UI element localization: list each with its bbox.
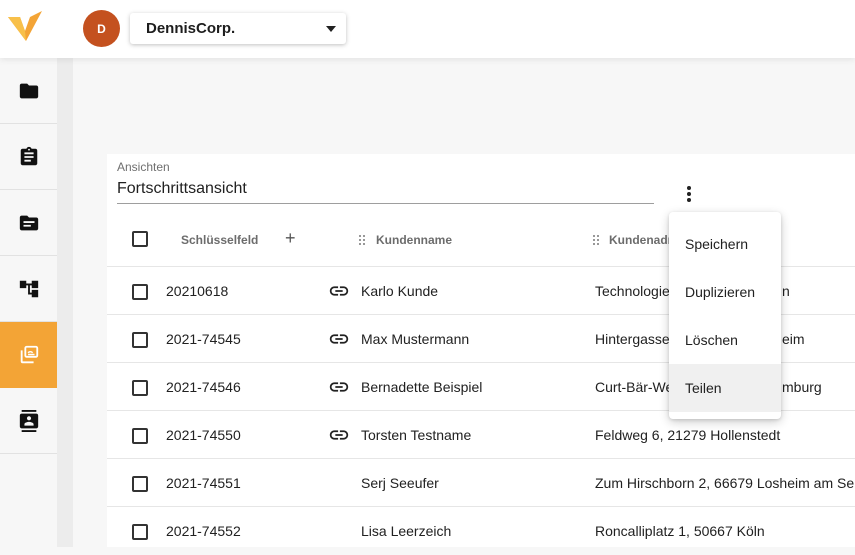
contact-card-icon [19, 409, 38, 432]
company-select-value: DennisCorp. [146, 20, 236, 37]
column-header-customer-name[interactable]: Kundenname [376, 233, 452, 247]
menu-item-delete[interactable]: Löschen [669, 316, 781, 364]
sidebar-item-folder[interactable] [0, 58, 57, 124]
library-icon [20, 345, 38, 364]
row-customer-address: Curt-Bär-We [595, 379, 674, 395]
row-checkbox[interactable] [132, 476, 148, 492]
menu-item-duplicate[interactable]: Duplizieren [669, 268, 781, 316]
row-checkbox[interactable] [132, 284, 148, 300]
row-key: 2021-74545 [166, 331, 241, 347]
sidebar [0, 58, 57, 547]
row-key: 2021-74552 [166, 523, 241, 539]
options-menu: Speichern Duplizieren Löschen Teilen [669, 212, 781, 419]
folder-icon [19, 83, 38, 98]
link-icon[interactable] [328, 428, 350, 442]
row-customer-name: Serj Seeufer [361, 475, 439, 491]
drag-handle-icon[interactable] [359, 235, 366, 245]
views-select[interactable]: Fortschrittsansicht [117, 180, 654, 204]
row-key: 2021-74546 [166, 379, 241, 395]
row-customer-address: Roncalliplatz 1, 50667 Köln [595, 523, 765, 539]
row-customer-address: Technologie [595, 283, 670, 299]
avatar[interactable]: D [83, 10, 120, 47]
row-checkbox[interactable] [132, 380, 148, 396]
table-row[interactable]: 2021-74551 Serj Seeufer Zum Hirschborn 2… [107, 459, 855, 507]
drag-handle-icon[interactable] [593, 235, 600, 245]
sidebar-item-contacts[interactable] [0, 388, 57, 454]
row-key: 2021-74551 [166, 475, 241, 491]
row-customer-address: Hintergasse [595, 331, 670, 347]
hierarchy-icon [19, 280, 38, 297]
views-label: Ansichten [117, 160, 170, 174]
row-customer-name: Karlo Kunde [361, 283, 439, 299]
link-icon[interactable] [328, 284, 350, 298]
column-header-customer-address[interactable]: Kundenadr [609, 233, 672, 247]
sidebar-item-documents[interactable] [0, 190, 57, 256]
add-column-button[interactable]: + [285, 228, 296, 249]
row-checkbox[interactable] [132, 428, 148, 444]
link-icon[interactable] [328, 380, 350, 394]
row-customer-name: Bernadette Beispiel [361, 379, 483, 395]
row-address-tail: n [782, 283, 790, 299]
row-customer-name: Lisa Leerzeich [361, 523, 452, 539]
menu-item-share[interactable]: Teilen [669, 364, 781, 412]
caret-down-icon [326, 26, 336, 32]
row-customer-address: Feldweg 6, 21279 Hollenstedt [595, 427, 781, 443]
row-address-tail: eim [782, 331, 805, 347]
sidebar-divider [57, 58, 73, 547]
more-options-icon[interactable] [681, 184, 697, 206]
sidebar-item-hierarchy[interactable] [0, 256, 57, 322]
top-bar: D DennisCorp. [0, 0, 855, 58]
sidebar-item-library[interactable] [0, 322, 57, 388]
row-customer-name: Torsten Testname [361, 427, 472, 443]
row-key: 2021-74550 [166, 427, 241, 443]
row-customer-address: Zum Hirschborn 2, 66679 Losheim am Se [595, 475, 855, 491]
company-select[interactable]: DennisCorp. [130, 13, 346, 44]
clipboard-icon [20, 146, 37, 165]
menu-item-save[interactable]: Speichern [669, 220, 781, 268]
link-icon[interactable] [328, 332, 350, 346]
select-all-checkbox[interactable] [132, 231, 148, 247]
row-key: 20210618 [166, 283, 229, 299]
column-header-key[interactable]: Schlüsselfeld [181, 233, 258, 247]
logo-icon[interactable] [6, 9, 44, 43]
document-folder-icon [19, 215, 38, 230]
row-customer-name: Max Mustermann [361, 331, 470, 347]
row-checkbox[interactable] [132, 332, 148, 348]
sidebar-item-clipboard[interactable] [0, 124, 57, 190]
row-address-tail: mburg [782, 379, 822, 395]
row-checkbox[interactable] [132, 524, 148, 540]
table-row[interactable]: 2021-74552 Lisa Leerzeich Roncalliplatz … [107, 507, 855, 555]
